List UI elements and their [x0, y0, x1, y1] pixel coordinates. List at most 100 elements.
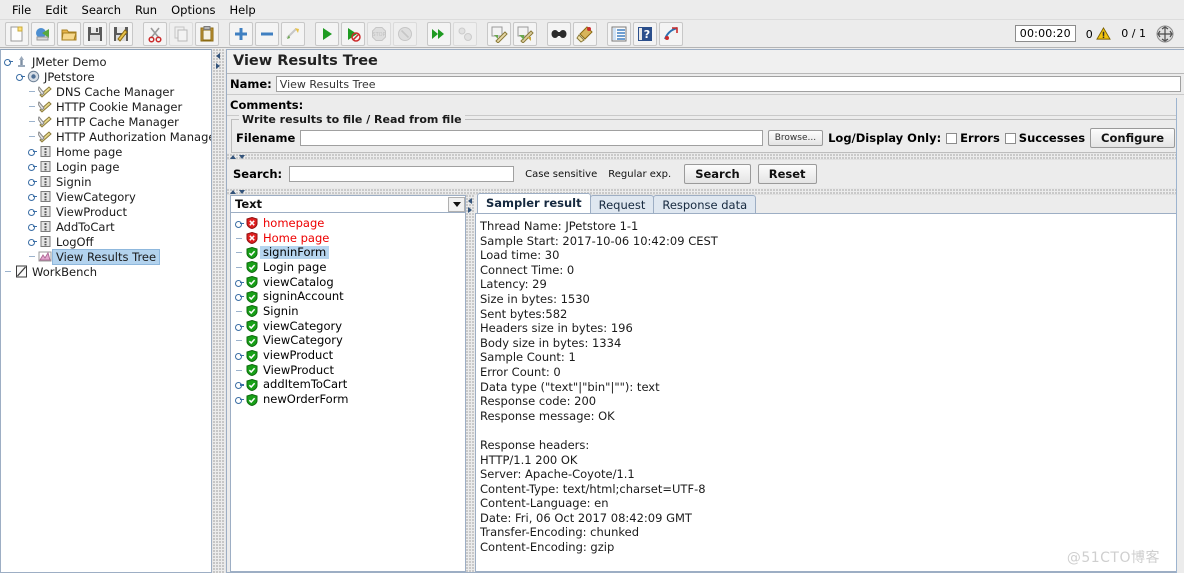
- tree-item-viewproduct[interactable]: ViewProduct: [1, 204, 211, 219]
- start-remote-icon[interactable]: [427, 21, 451, 46]
- results-tree-panel[interactable]: Text homepage Home page signinForm Login pa…: [230, 195, 466, 572]
- start-no-pauses-icon[interactable]: [341, 21, 365, 46]
- tree-toggle-expand-icon[interactable]: [28, 147, 37, 156]
- tree-toggle-expand-icon[interactable]: [28, 192, 37, 201]
- result-toggle-expand-icon[interactable]: [235, 278, 244, 287]
- errors-checkbox[interactable]: Errors: [946, 131, 1000, 145]
- sampler-result-panel[interactable]: Thread Name: JPetstore 1-1 Sample Start:…: [475, 213, 1182, 572]
- split-collapse-right-icon[interactable]: [215, 63, 222, 70]
- tree-item-http-cache-manager[interactable]: HTTP Cache Manager: [1, 114, 211, 129]
- result-item-viewproduct[interactable]: viewProduct: [231, 348, 465, 363]
- browse-button[interactable]: Browse...: [767, 130, 824, 146]
- result-toggle-expand-icon[interactable]: [235, 292, 244, 302]
- tree-item-dns-cache-manager[interactable]: DNS Cache Manager: [1, 84, 211, 99]
- tree-item-view-results-tree[interactable]: View Results Tree: [1, 248, 211, 265]
- tab-request[interactable]: Request: [589, 195, 655, 214]
- tree-toggle-collapse-icon[interactable]: [4, 57, 13, 66]
- menu-search[interactable]: Search: [75, 1, 129, 19]
- case-sensitive-checkbox[interactable]: Case sensitive: [521, 169, 597, 180]
- stop-icon[interactable]: STOP: [367, 21, 391, 46]
- extra-icon[interactable]: [659, 21, 683, 46]
- search-input[interactable]: [289, 166, 515, 182]
- copy-icon[interactable]: [169, 21, 193, 46]
- result-item-home-page[interactable]: Home page: [231, 231, 465, 246]
- result-item-neworderform[interactable]: newOrderForm: [231, 392, 465, 407]
- split-collapse-left-icon[interactable]: [215, 53, 222, 60]
- errors-checkbox-box[interactable]: [946, 132, 958, 144]
- expand-window-icon[interactable]: [1156, 25, 1174, 43]
- function-helper-icon[interactable]: [607, 21, 631, 46]
- tree-toggle-expand-icon[interactable]: [28, 207, 37, 216]
- regular-exp-checkbox[interactable]: Regular exp.: [604, 169, 671, 180]
- reset-button[interactable]: Reset: [757, 164, 817, 184]
- start-icon[interactable]: [315, 21, 339, 46]
- vertical-split-divider[interactable]: [212, 49, 226, 573]
- filename-input[interactable]: [300, 130, 763, 146]
- tab-response-data[interactable]: Response data: [653, 195, 757, 214]
- stop-remote-icon[interactable]: [453, 21, 477, 46]
- clear-all-icon[interactable]: [513, 21, 537, 46]
- result-item-viewcategory[interactable]: viewCategory: [231, 319, 465, 334]
- warning-indicator[interactable]: 0: [1086, 26, 1112, 41]
- menu-edit[interactable]: Edit: [38, 1, 74, 19]
- tree-toggle-collapse-icon[interactable]: [16, 72, 25, 81]
- tree-item-http-authorization-manager[interactable]: HTTP Authorization Manager: [1, 129, 211, 144]
- result-item-viewcatalog[interactable]: viewCatalog: [231, 275, 465, 290]
- tree-toggle-expand-icon[interactable]: [28, 222, 37, 231]
- result-item-viewcategory[interactable]: ViewCategory: [231, 334, 465, 349]
- result-toggle-expand-icon[interactable]: [235, 380, 244, 390]
- tab-sampler-result[interactable]: Sampler result: [477, 193, 591, 213]
- collapse-all-icon[interactable]: [255, 21, 279, 46]
- result-item-homepage[interactable]: homepage: [231, 216, 465, 231]
- result-item-signinform[interactable]: signinForm: [231, 245, 465, 260]
- horizontal-split-divider-bottom[interactable]: [227, 188, 1184, 195]
- templates-icon[interactable]: [31, 21, 55, 46]
- tree-item-logoff[interactable]: LogOff: [1, 234, 211, 249]
- menu-file[interactable]: File: [5, 1, 38, 19]
- save-icon[interactable]: [83, 21, 107, 46]
- name-input[interactable]: View Results Tree: [275, 76, 1181, 92]
- shutdown-icon[interactable]: [393, 21, 417, 46]
- tree-item-jmeter-demo[interactable]: JMeter Demo: [1, 54, 211, 69]
- horizontal-split-divider-top[interactable]: [227, 153, 1184, 160]
- results-split-left-icon[interactable]: [467, 198, 474, 205]
- tree-item-jpetstore[interactable]: JPetstore: [1, 69, 211, 84]
- result-toggle-expand-icon[interactable]: [235, 219, 244, 228]
- toggle-icon[interactable]: [281, 21, 305, 46]
- tree-item-home-page[interactable]: Home page: [1, 144, 211, 159]
- renderer-combo[interactable]: Text: [231, 196, 465, 213]
- cut-icon[interactable]: [143, 21, 167, 46]
- tree-item-addtocart[interactable]: AddToCart: [1, 219, 211, 234]
- split-down-icon-2[interactable]: [239, 188, 246, 195]
- comments-input[interactable]: [307, 97, 1181, 113]
- split-up-icon[interactable]: [230, 153, 237, 160]
- help-icon[interactable]: ?: [633, 21, 657, 46]
- result-toggle-expand-icon[interactable]: [235, 322, 244, 331]
- tree-item-login-page[interactable]: Login page: [1, 159, 211, 174]
- successes-checkbox[interactable]: Successes: [1004, 131, 1085, 145]
- tree-toggle-expand-icon[interactable]: [28, 177, 37, 186]
- broom-icon[interactable]: [573, 21, 597, 46]
- save-as-icon[interactable]: [109, 21, 133, 46]
- expand-all-icon[interactable]: [229, 21, 253, 46]
- binocular-icon[interactable]: [547, 21, 571, 46]
- tree-item-http-cookie-manager[interactable]: HTTP Cookie Manager: [1, 99, 211, 114]
- search-button[interactable]: Search: [684, 164, 751, 184]
- result-item-signinaccount[interactable]: signinAccount: [231, 289, 465, 304]
- results-split-divider[interactable]: [466, 195, 475, 572]
- results-split-right-icon[interactable]: [467, 207, 474, 214]
- tree-item-signin[interactable]: Signin: [1, 174, 211, 189]
- menu-help[interactable]: Help: [222, 1, 262, 19]
- successes-checkbox-box[interactable]: [1004, 132, 1016, 144]
- clear-icon[interactable]: [487, 21, 511, 46]
- split-up-icon-2[interactable]: [230, 188, 237, 195]
- chevron-down-icon[interactable]: [448, 196, 465, 212]
- result-item-viewproduct[interactable]: ViewProduct: [231, 363, 465, 378]
- menu-run[interactable]: Run: [128, 1, 164, 19]
- test-plan-tree[interactable]: JMeter Demo JPetstore DNS Cache Manager HTT…: [0, 49, 212, 573]
- tree-item-viewcategory[interactable]: ViewCategory: [1, 189, 211, 204]
- open-icon[interactable]: [57, 21, 81, 46]
- result-toggle-expand-icon[interactable]: [235, 395, 244, 405]
- configure-button[interactable]: Configure: [1090, 128, 1175, 148]
- result-item-signin[interactable]: Signin: [231, 304, 465, 319]
